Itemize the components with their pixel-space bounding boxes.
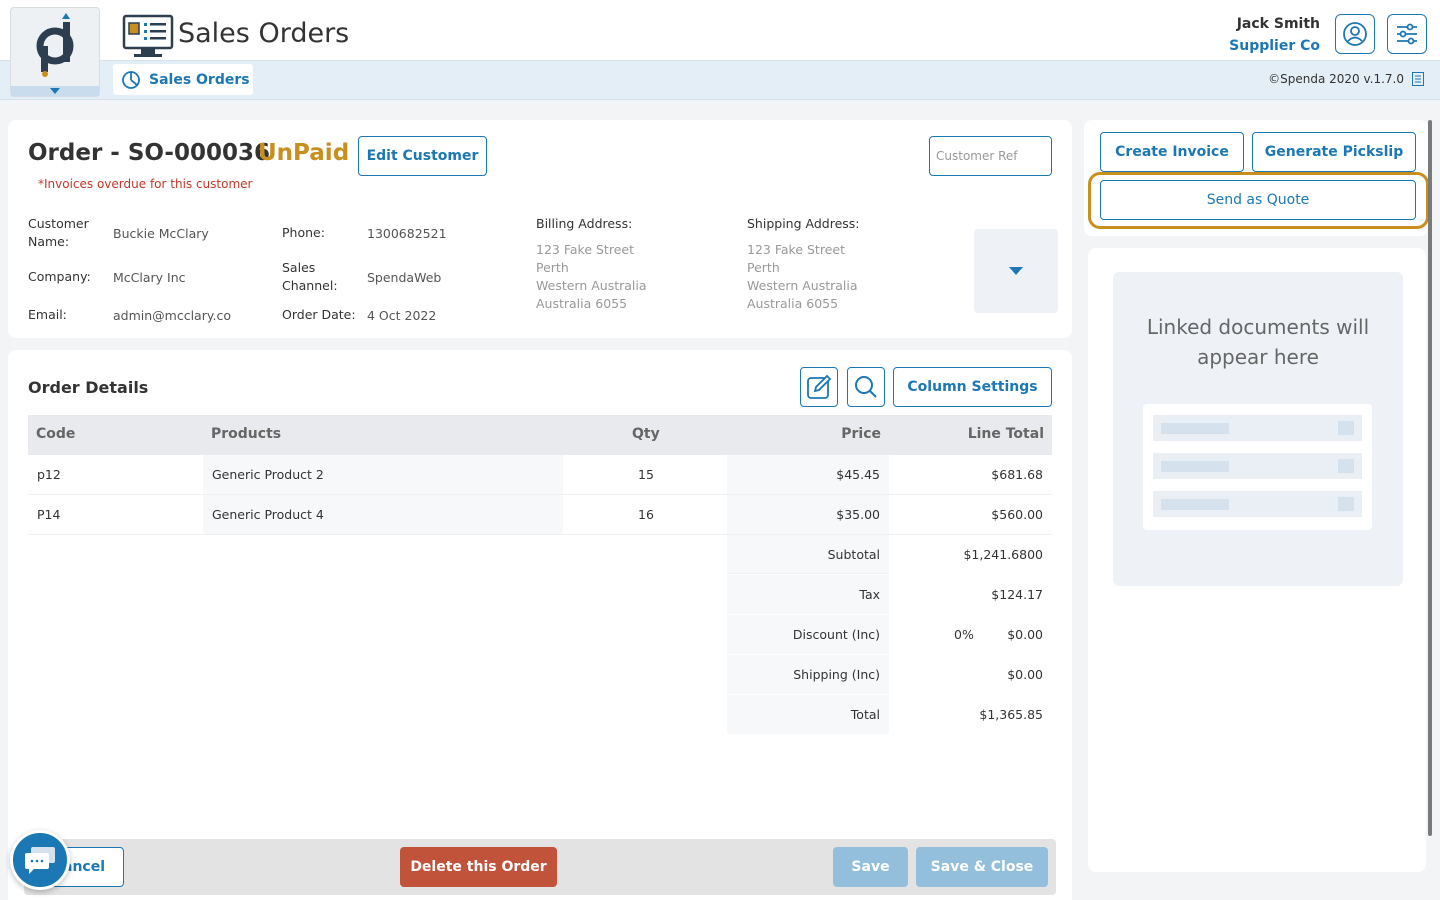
- row-code: P14: [37, 507, 61, 522]
- company-value: McClary Inc: [113, 270, 186, 285]
- pie-chart-icon: [122, 70, 140, 89]
- create-invoice-button[interactable]: Create Invoice: [1100, 132, 1244, 172]
- subtotal-row: Subtotal $1,241.6800: [28, 535, 1052, 575]
- row-qty: 16: [638, 507, 654, 522]
- table-header: Code Products Qty Price Line Total: [28, 415, 1052, 455]
- generate-pickslip-button[interactable]: Generate Pickslip: [1252, 132, 1416, 172]
- linked-documents-text: Linked documents will appear here: [1146, 315, 1370, 369]
- row-line-total: $681.68: [991, 467, 1043, 482]
- column-header-qty[interactable]: Qty: [632, 426, 660, 442]
- caret-down-icon: [1009, 267, 1023, 275]
- user-circle-icon: [1343, 22, 1367, 46]
- shipping-line-2: Perth: [747, 260, 780, 275]
- customer-name-value: Buckie McClary: [113, 226, 209, 241]
- page-scrollbar[interactable]: [1428, 120, 1432, 836]
- placeholder-row: [1153, 453, 1362, 479]
- placeholder-row: [1153, 415, 1362, 441]
- shipping-label: Shipping (Inc): [793, 667, 880, 682]
- shipping-line-1: 123 Fake Street: [747, 242, 845, 257]
- phone-label: Phone:: [282, 225, 325, 240]
- chat-button[interactable]: [10, 830, 70, 890]
- order-date-value: 4 Oct 2022: [367, 308, 437, 323]
- column-header-code[interactable]: Code: [36, 426, 75, 442]
- tax-row: Tax $124.17: [28, 575, 1052, 615]
- billing-line-3: Western Australia: [536, 278, 647, 293]
- shipping-line-3: Western Australia: [747, 278, 858, 293]
- placeholder-row: [1153, 491, 1362, 517]
- discount-value[interactable]: $0.00: [1007, 627, 1043, 642]
- total-label: Total: [850, 707, 880, 722]
- shipping-address-label: Shipping Address:: [747, 216, 860, 231]
- search-lines-button[interactable]: [847, 367, 885, 407]
- delete-order-button[interactable]: Delete this Order: [400, 847, 557, 887]
- row-code: p12: [37, 467, 61, 482]
- row-line-total: $560.00: [991, 507, 1043, 522]
- customer-name-label: Customer Name:: [28, 216, 89, 249]
- total-value: $1,365.85: [979, 707, 1043, 722]
- billing-line-2: Perth: [536, 260, 569, 275]
- company-label: Company:: [28, 269, 91, 284]
- sliders-icon: [1397, 23, 1417, 45]
- customer-ref-input[interactable]: [929, 136, 1052, 176]
- tab-sales-orders[interactable]: Sales Orders: [113, 64, 253, 95]
- billing-address-label: Billing Address:: [536, 216, 633, 231]
- edit-lines-button[interactable]: [800, 367, 838, 407]
- discount-row: Discount (Inc) 0% $0.00: [28, 615, 1052, 655]
- sales-channel-value: SpendaWeb: [367, 270, 442, 285]
- save-button[interactable]: Save: [833, 847, 908, 887]
- discount-label: Discount (Inc): [792, 627, 880, 642]
- release-notes-icon[interactable]: [1412, 72, 1424, 86]
- save-close-button[interactable]: Save & Close: [916, 847, 1048, 887]
- expand-details-button[interactable]: [974, 229, 1058, 313]
- user-company: Supplier Co: [1229, 38, 1320, 54]
- shipping-value[interactable]: $0.00: [1007, 667, 1043, 682]
- column-header-products[interactable]: Products: [211, 426, 281, 442]
- subtotal-value: $1,241.6800: [963, 547, 1043, 562]
- billing-line-1: 123 Fake Street: [536, 242, 634, 257]
- app-switcher[interactable]: [10, 7, 100, 97]
- user-name: Jack Smith: [1236, 16, 1320, 32]
- order-title: Order - SO-000036: [28, 140, 270, 166]
- send-as-quote-button[interactable]: Send as Quote: [1100, 180, 1416, 220]
- row-product: Generic Product 2: [212, 467, 324, 482]
- order-details-title: Order Details: [28, 378, 149, 397]
- row-price: $35.00: [836, 507, 880, 522]
- shipping-line-4: Australia 6055: [747, 296, 839, 311]
- row-price: $45.45: [836, 467, 880, 482]
- tab-label: Sales Orders: [149, 71, 250, 88]
- table-row[interactable]: P14 Generic Product 4 16 $35.00 $560.00: [28, 495, 1052, 535]
- shipping-row: Shipping (Inc) $0.00: [28, 655, 1052, 695]
- billing-line-4: Australia 6055: [536, 296, 628, 311]
- total-row: Total $1,365.85: [28, 695, 1052, 735]
- edit-icon: [807, 374, 832, 399]
- phone-value: 1300682521: [367, 226, 447, 241]
- sales-orders-app-icon: [122, 14, 174, 57]
- email-value: admin@mcclary.co: [113, 308, 231, 323]
- column-settings-button[interactable]: Column Settings: [893, 367, 1052, 407]
- order-status-badge: UnPaid: [258, 140, 350, 166]
- order-date-label: Order Date:: [282, 307, 356, 322]
- column-header-price[interactable]: Price: [841, 426, 881, 442]
- row-product: Generic Product 4: [212, 507, 324, 522]
- user-profile-button[interactable]: [1335, 14, 1375, 54]
- discount-percent-input[interactable]: 0%: [954, 627, 974, 642]
- table-row[interactable]: p12 Generic Product 2 15 $45.45 $681.68: [28, 455, 1052, 495]
- row-qty: 15: [638, 467, 654, 482]
- column-header-line-total[interactable]: Line Total: [968, 426, 1044, 442]
- search-icon: [855, 376, 877, 398]
- edit-customer-button[interactable]: Edit Customer: [358, 136, 487, 176]
- email-label: Email:: [28, 307, 67, 322]
- tax-value: $124.17: [991, 587, 1043, 602]
- version-label: ©Spenda 2020 v.1.7.0: [1268, 72, 1404, 86]
- settings-button[interactable]: [1387, 14, 1427, 54]
- subtotal-label: Subtotal: [827, 547, 880, 562]
- spenda-logo-icon: [36, 13, 74, 77]
- sales-channel-label: Sales Channel:: [282, 260, 338, 293]
- tax-label: Tax: [859, 587, 880, 602]
- chevron-down-icon: [50, 88, 60, 94]
- chat-bubble-icon: [25, 847, 55, 874]
- overdue-warning: *Invoices overdue for this customer: [38, 177, 253, 191]
- app-title: Sales Orders: [178, 18, 350, 49]
